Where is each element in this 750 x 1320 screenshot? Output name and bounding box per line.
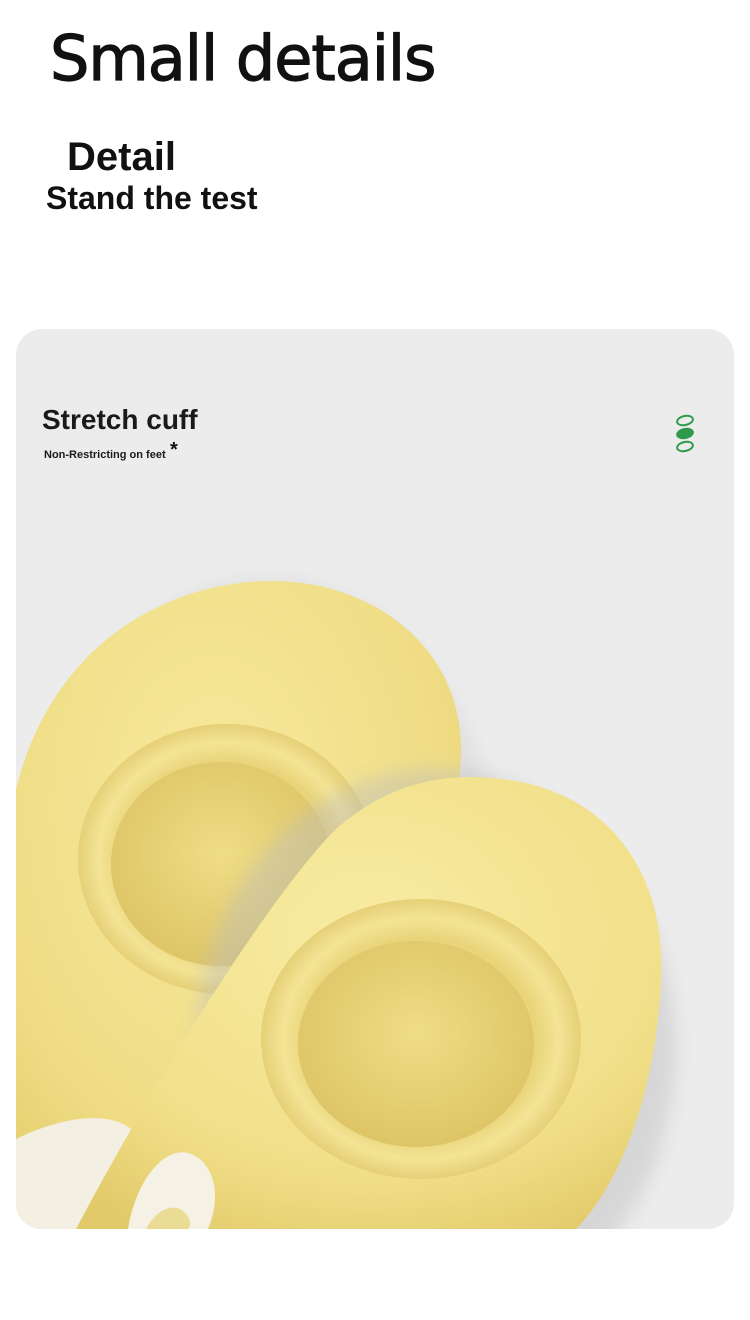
pager-dot-active-icon[interactable] bbox=[675, 426, 695, 441]
page-title: Small details bbox=[49, 21, 437, 95]
product-detail-card: Stretch cuff Non-Restricting on feet * bbox=[16, 329, 734, 1229]
image-pager bbox=[675, 413, 700, 454]
section-heading: Detail bbox=[67, 135, 176, 179]
section-tagline: Stand the test bbox=[46, 180, 258, 216]
feature-title: Stretch cuff bbox=[42, 404, 198, 435]
pager-dot-icon[interactable] bbox=[675, 439, 695, 454]
sock-product-image bbox=[16, 579, 676, 1229]
pager-dot-icon[interactable] bbox=[675, 413, 695, 428]
asterisk-icon: * bbox=[170, 439, 178, 461]
feature-description: Non-Restricting on feet bbox=[44, 449, 166, 461]
